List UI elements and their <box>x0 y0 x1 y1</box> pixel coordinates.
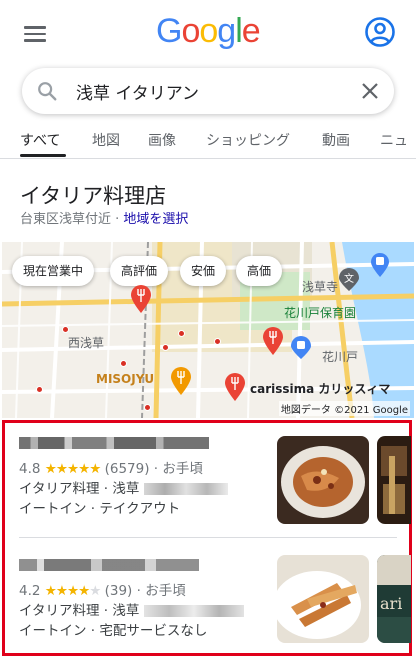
review-count: (39) <box>104 583 133 599</box>
result-name-redacted[interactable] <box>19 557 199 573</box>
tab-images[interactable]: 画像 <box>148 130 176 150</box>
result-dot[interactable] <box>62 326 69 333</box>
restaurant-pin-icon[interactable] <box>262 326 284 356</box>
search-bar <box>22 68 394 114</box>
tab-all[interactable]: すべて <box>20 130 60 150</box>
category-text: イタリア料理 · 浅草 <box>19 481 140 497</box>
tabs-divider <box>0 158 416 159</box>
map-attribution: 地図データ ©2021 Google <box>278 401 410 416</box>
rating-stars-icon: ★★★★★ <box>44 461 102 477</box>
top-bar: Google <box>0 0 416 68</box>
result-photo[interactable] <box>277 436 369 524</box>
services-row: イートイン · テイクアウト <box>19 501 181 517</box>
result-photo[interactable] <box>377 436 411 524</box>
restaurant-pin-icon[interactable] <box>130 284 152 314</box>
result-card[interactable]: 4.2 ★★★★★ (39) · お手頃 イタリア料理 · 浅草 イートイン ·… <box>5 541 411 657</box>
result-divider <box>19 537 397 538</box>
rating-value: 4.8 <box>19 461 41 477</box>
search-icon[interactable] <box>36 80 58 102</box>
tab-videos[interactable]: 動画 <box>322 130 350 150</box>
filter-chip-cheap[interactable]: 安価 <box>180 256 227 286</box>
result-dot[interactable] <box>178 330 185 337</box>
select-area-link[interactable]: 地域を選択 <box>123 212 188 227</box>
map-label-hanakawado-school: 花川戸保育園 <box>284 306 357 320</box>
restaurant-pin-misojyu-icon[interactable] <box>170 366 192 396</box>
price-level: · お手頃 <box>136 583 186 599</box>
results-map[interactable]: 現在営業中 高評価 安価 高価 浅草寺 花川戸保育園 西浅草 花川戸 MISOJ… <box>2 242 414 418</box>
search-input[interactable] <box>76 80 346 102</box>
address-redacted <box>143 605 244 617</box>
google-logo[interactable]: Google <box>156 12 261 51</box>
tab-shopping[interactable]: ショッピング <box>206 130 290 150</box>
filter-chip-expensive[interactable]: 高価 <box>236 256 283 286</box>
location-row: 台東区浅草付近 · 地域を選択 <box>20 208 188 227</box>
result-name-redacted[interactable] <box>19 435 209 451</box>
map-label-nishi-asakusa: 西浅草 <box>68 336 105 350</box>
svg-text:ari: ari <box>380 594 402 613</box>
close-icon[interactable] <box>360 81 380 101</box>
services-row: イートイン · 宅配サービスなし <box>19 623 208 639</box>
active-tab-indicator <box>20 154 66 157</box>
filter-chip-top-rated[interactable]: 高評価 <box>110 256 169 286</box>
result-dot[interactable] <box>120 360 127 367</box>
category-row: イタリア料理 · 浅草 <box>19 599 244 619</box>
tab-news[interactable]: ニュ <box>380 130 408 150</box>
rating-row: 4.2 ★★★★★ (39) · お手頃 <box>19 579 186 599</box>
local-results-title: イタリア料理店 <box>20 184 167 208</box>
rating-star-empty-icon: ★ <box>89 583 101 599</box>
search-tabs: すべて 地図 画像 ショッピング 動画 ニュ <box>0 126 416 158</box>
account-circle-icon[interactable] <box>364 16 396 48</box>
map-label-hanakawado: 花川戸 <box>322 350 359 364</box>
result-photo[interactable] <box>277 555 369 643</box>
map-label-carissima: carissima カリッスィマ <box>250 382 391 396</box>
location-text: 台東区浅草付近 · <box>20 212 124 227</box>
result-dot[interactable] <box>214 338 221 345</box>
result-dot[interactable] <box>162 344 169 351</box>
address-redacted <box>143 483 228 495</box>
tab-maps[interactable]: 地図 <box>92 130 120 150</box>
category-row: イタリア料理 · 浅草 <box>19 477 228 497</box>
transit-station-icon[interactable] <box>370 252 390 278</box>
filter-chip-open-now[interactable]: 現在営業中 <box>12 256 95 286</box>
map-label-sensoji: 浅草寺 <box>302 280 339 294</box>
map-label-misojyu: MISOJYU <box>96 372 155 386</box>
result-card[interactable]: 4.8 ★★★★★ (6579) · お手頃 イタリア料理 · 浅草 イートイン… <box>5 423 411 539</box>
local-results-list: 4.8 ★★★★★ (6579) · お手頃 イタリア料理 · 浅草 イートイン… <box>2 420 412 656</box>
category-text: イタリア料理 · 浅草 <box>19 603 140 619</box>
result-dot[interactable] <box>36 386 43 393</box>
transit-station-icon[interactable] <box>290 336 312 360</box>
temple-icon[interactable]: 文 <box>338 268 360 292</box>
review-count: (6579) <box>104 461 150 477</box>
rating-value: 4.2 <box>19 583 41 599</box>
result-photo[interactable]: ari <box>377 555 411 643</box>
restaurant-pin-icon[interactable] <box>224 372 246 402</box>
hamburger-menu-icon[interactable] <box>24 26 46 42</box>
price-level: · お手頃 <box>153 461 203 477</box>
result-dot[interactable] <box>144 404 151 411</box>
rating-stars-icon: ★★★★ <box>44 583 90 599</box>
svg-text:文: 文 <box>344 272 354 285</box>
rating-row: 4.8 ★★★★★ (6579) · お手頃 <box>19 457 203 477</box>
